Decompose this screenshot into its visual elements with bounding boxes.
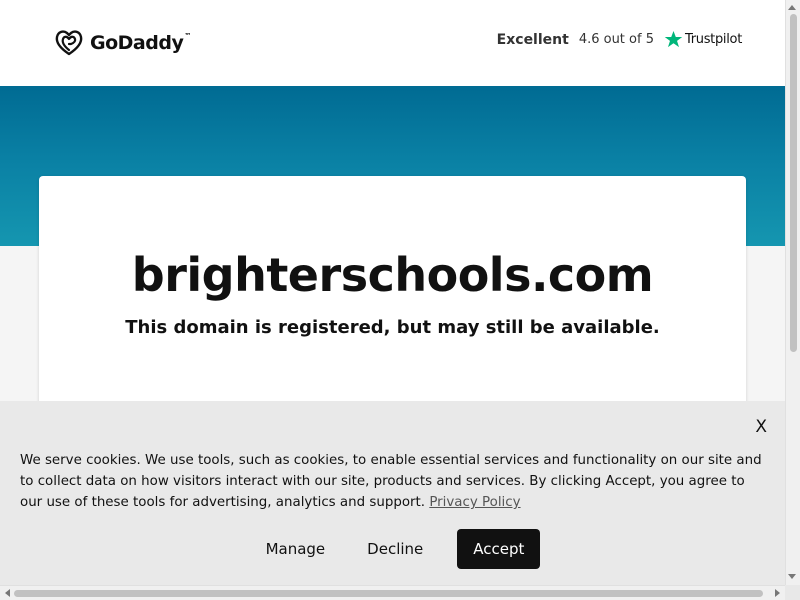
domain-status: This domain is registered, but may still… [125, 317, 660, 338]
scroll-up-icon[interactable] [788, 5, 796, 10]
logo-wordmark: GoDaddy™ [90, 32, 191, 54]
scroll-left-icon[interactable] [5, 589, 10, 597]
star-icon [664, 30, 683, 48]
rating-score: 4.6 out of 5 [578, 32, 654, 47]
close-icon[interactable]: X [755, 417, 767, 437]
privacy-policy-link[interactable]: Privacy Policy [429, 495, 520, 510]
trustpilot-rating[interactable]: Excellent 4.6 out of 5 Trustpilot [497, 30, 742, 49]
vertical-scrollbar[interactable] [785, 0, 800, 585]
scrollbar-corner [785, 585, 800, 600]
rating-label: Excellent [496, 31, 569, 48]
decline-button[interactable]: Decline [346, 530, 444, 568]
page-viewport: GoDaddy™ Excellent 4.6 out of 5 Trustpil… [0, 0, 785, 585]
cookie-message: We serve cookies. We use tools, such as … [20, 450, 768, 513]
scroll-down-icon[interactable] [788, 574, 796, 579]
horizontal-scrollbar[interactable] [0, 585, 785, 600]
scroll-right-icon[interactable] [775, 589, 780, 597]
domain-name: brighterschools.com [131, 248, 654, 302]
cookie-banner: X We serve cookies. We use tools, such a… [0, 401, 785, 585]
trustpilot-wordmark: Trustpilot [684, 32, 742, 47]
manage-button[interactable]: Manage [245, 530, 347, 568]
horizontal-scrollbar-thumb[interactable] [14, 590, 763, 597]
site-header: GoDaddy™ Excellent 4.6 out of 5 Trustpil… [0, 0, 785, 86]
trustpilot-logo: Trustpilot [664, 30, 742, 49]
godaddy-heart-logo-icon [55, 30, 83, 56]
cookie-message-text: We serve cookies. We use tools, such as … [20, 453, 762, 510]
godaddy-logo[interactable]: GoDaddy™ [54, 28, 191, 58]
vertical-scrollbar-thumb[interactable] [790, 14, 797, 352]
cookie-actions: Manage Decline Accept [0, 529, 785, 569]
accept-button[interactable]: Accept [457, 529, 541, 569]
